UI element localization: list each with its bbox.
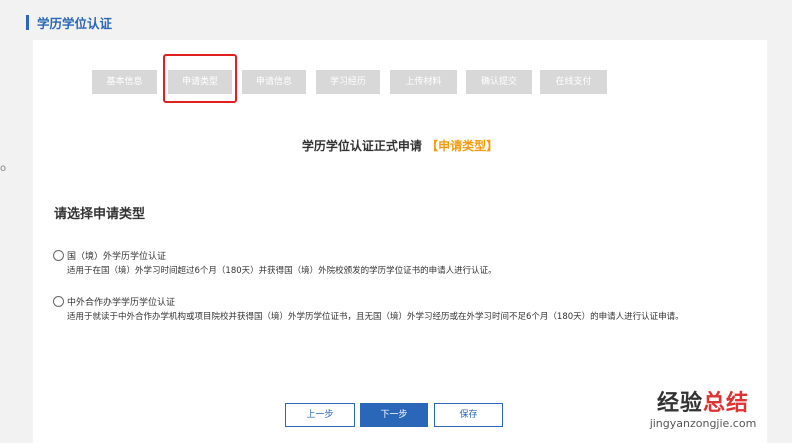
form-title: 学历学位认证正式申请 【申请类型】	[33, 137, 767, 154]
option-foreign-degree: 国（境）外学历学位认证 适用于在国（境）外学习时间超过6个月（180天）并获得国…	[53, 248, 753, 279]
prev-button[interactable]: 上一步	[285, 403, 355, 427]
main-panel: 基本信息 申请类型 申请信息 学习经历 上传材料 确认提交 在线支付 学历学位认…	[33, 40, 767, 443]
option-label: 国（境）外学历学位认证	[67, 251, 167, 262]
step-online-payment[interactable]: 在线支付	[540, 70, 607, 94]
save-button[interactable]: 保存	[434, 403, 503, 427]
watermark-title-a: 经验	[656, 391, 703, 416]
option-description: 适用于在国（境）外学习时间超过6个月（180天）并获得国（境）外院校颁发的学历学…	[67, 266, 497, 276]
option-description: 适用于就读于中外合作办学机构或项目院校并获得国（境）外学历学位证书，且无国（境）…	[67, 312, 684, 322]
active-step-highlight	[163, 54, 237, 103]
page-header: 学历学位认证	[26, 12, 112, 32]
option-row[interactable]: 中外合作办学学历学位认证	[53, 294, 753, 308]
page-title: 学历学位认证	[37, 15, 113, 31]
step-basic-info[interactable]: 基本信息	[92, 70, 157, 94]
option-row[interactable]: 国（境）外学历学位认证	[53, 248, 753, 262]
section-heading: 请选择申请类型	[54, 207, 146, 222]
radio-button[interactable]	[53, 295, 64, 307]
option-label: 中外合作办学学历学位认证	[67, 297, 176, 308]
form-title-suffix: 【申请类型】	[426, 139, 499, 153]
step-application-info[interactable]: 申请信息	[242, 70, 306, 94]
step-study-history[interactable]: 学习经历	[316, 70, 380, 94]
watermark-url: jingyanzongjie.com	[649, 417, 757, 430]
option-sino-foreign-degree: 中外合作办学学历学位认证 适用于就读于中外合作办学机构或项目院校并获得国（境）外…	[53, 294, 753, 325]
left-edge-mark: o	[0, 163, 7, 174]
watermark-title-b: 总结	[703, 391, 750, 416]
step-upload-materials[interactable]: 上传材料	[390, 70, 457, 94]
watermark-title: 经验总结	[628, 391, 778, 417]
step-confirm-submit[interactable]: 确认提交	[466, 70, 532, 94]
watermark-logo: 经验总结 jingyanzongjie.com	[628, 391, 778, 431]
radio-button[interactable]	[53, 249, 64, 261]
next-button[interactable]: 下一步	[360, 403, 428, 427]
form-title-text: 学历学位认证正式申请	[301, 139, 422, 153]
header-accent-bar	[26, 14, 29, 30]
step-bar: 基本信息 申请类型 申请信息 学习经历 上传材料 确认提交 在线支付	[33, 54, 767, 103]
